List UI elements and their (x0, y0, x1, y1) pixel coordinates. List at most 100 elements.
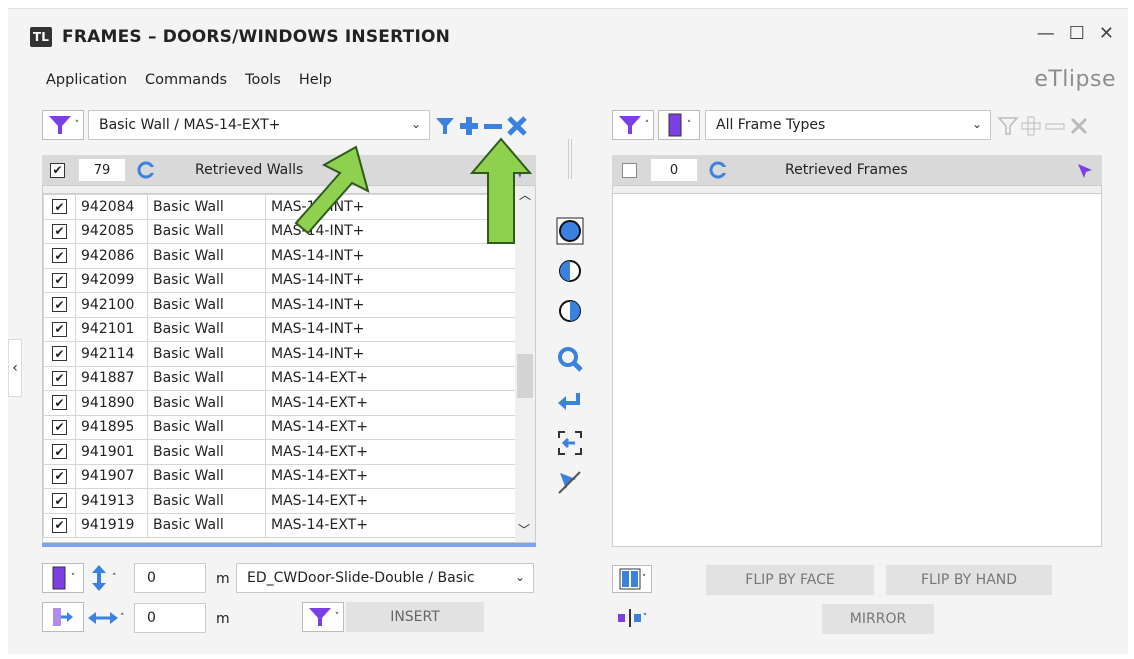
table-row[interactable]: ✔ 941887 Basic Wall MAS-14-EXT+ (43, 365, 517, 391)
menu-help[interactable]: Help (299, 72, 332, 88)
row-checkbox-cell[interactable]: ✔ (43, 488, 76, 514)
progress-bar (42, 543, 536, 547)
row-checkbox[interactable]: ✔ (52, 468, 67, 484)
row-checkbox[interactable]: ✔ (52, 248, 67, 264)
table-row[interactable]: ✔ 942101 Basic Wall MAS-14-INT+ (43, 316, 517, 342)
flip-by-hand-button[interactable]: FLIP BY HAND (886, 565, 1052, 595)
row-checkbox[interactable]: ✔ (52, 199, 67, 215)
row-checkbox-cell[interactable]: ✔ (43, 341, 76, 367)
close-button[interactable]: ✕ (1099, 23, 1114, 44)
clear-icon[interactable] (506, 115, 528, 137)
table-row[interactable]: ✔ 942114 Basic Wall MAS-14-INT+ (43, 341, 517, 367)
row-checkbox[interactable]: ✔ (52, 493, 67, 509)
menu-commands[interactable]: Commands (145, 72, 227, 88)
remove-icon[interactable] (482, 115, 504, 137)
menu-tools[interactable]: Tools (245, 72, 281, 88)
table-row[interactable]: ✔ 941890 Basic Wall MAS-14-EXT+ (43, 390, 517, 416)
row-checkbox-cell[interactable]: ✔ (43, 292, 76, 318)
row-checkbox-cell[interactable]: ✔ (43, 414, 76, 440)
frame-filter-button[interactable]: ˅ (612, 110, 654, 140)
frame-placement-button[interactable]: ˅ (42, 563, 84, 593)
select-cursor-icon[interactable] (1076, 162, 1094, 180)
row-checkbox-cell[interactable]: ✔ (43, 316, 76, 342)
flip-by-face-button[interactable]: FLIP BY FACE (706, 565, 874, 595)
row-name: MAS-14-EXT+ (265, 512, 517, 538)
row-checkbox-cell[interactable]: ✔ (43, 390, 76, 416)
table-row[interactable]: ✔ 941913 Basic Wall MAS-14-EXT+ (43, 488, 517, 514)
filter-icon[interactable] (434, 115, 456, 137)
add-icon[interactable] (458, 115, 480, 137)
collapse-panel-handle[interactable]: ‹ (8, 339, 22, 397)
table-row[interactable]: ✔ 941919 Basic Wall MAS-14-EXT+ (43, 512, 517, 538)
vertical-offset-unit: m (216, 571, 230, 587)
row-checkbox[interactable]: ✔ (52, 444, 67, 460)
select-all-walls-checkbox[interactable]: ✔ (50, 162, 65, 178)
frame-type-value: All Frame Types (716, 117, 826, 133)
table-row[interactable]: ✔ 942100 Basic Wall MAS-14-INT+ (43, 292, 517, 318)
chevron-up-icon: ˄ (112, 573, 117, 583)
return-icon[interactable] (556, 389, 584, 417)
horizontal-offset-input[interactable]: 0 (134, 603, 206, 633)
horizontal-offset-mode[interactable]: ˄ (88, 606, 130, 630)
vertical-offset-input[interactable]: 0 (134, 563, 206, 593)
alignment-button[interactable] (42, 602, 84, 632)
row-checkbox[interactable]: ✔ (52, 370, 67, 386)
scroll-down-icon[interactable]: ﹀ (518, 521, 530, 538)
row-checkbox[interactable]: ✔ (52, 419, 67, 435)
row-checkbox[interactable]: ✔ (52, 321, 67, 337)
frame-type-select[interactable]: All Frame Types ⌄ (705, 110, 991, 140)
deselect-cursor-icon[interactable] (556, 469, 584, 497)
select-half-right-icon[interactable] (556, 297, 584, 325)
table-row[interactable]: ✔ 941907 Basic Wall MAS-14-EXT+ (43, 463, 517, 489)
wall-filter-button[interactable]: ˅ (42, 110, 84, 140)
insert-button[interactable]: INSERT (346, 602, 484, 632)
panel-splitter[interactable] (568, 139, 572, 179)
row-checkbox[interactable]: ✔ (52, 395, 67, 411)
mirror-button[interactable]: MIRROR (822, 604, 934, 634)
table-row[interactable]: ✔ 941901 Basic Wall MAS-14-EXT+ (43, 439, 517, 465)
select-all-circle-icon[interactable] (556, 217, 584, 245)
row-checkbox-cell[interactable]: ✔ (43, 243, 76, 269)
row-checkbox-cell[interactable]: ✔ (43, 512, 76, 538)
row-checkbox[interactable]: ✔ (52, 272, 67, 288)
table-row[interactable]: ✔ 942099 Basic Wall MAS-14-INT+ (43, 267, 517, 293)
select-all-frames-checkbox[interactable] (622, 162, 637, 178)
insert-filter-button[interactable]: ˅ (302, 602, 344, 632)
refresh-icon[interactable] (137, 161, 155, 179)
wall-filter-value: Basic Wall / MAS-14-EXT+ (99, 117, 281, 133)
row-checkbox-cell[interactable]: ✔ (43, 218, 76, 244)
table-row[interactable]: ✔ 942085 Basic Wall MAS-14-INT+ (43, 218, 517, 244)
fit-view-icon[interactable] (556, 429, 584, 457)
row-checkbox[interactable]: ✔ (52, 223, 67, 239)
table-row[interactable]: ✔ 941895 Basic Wall MAS-14-EXT+ (43, 414, 517, 440)
menu-bar: Application Commands Tools Help (46, 72, 332, 88)
mirror-axis-button[interactable]: ˅ (612, 604, 652, 632)
table-row[interactable]: ✔942084Basic WallMAS-14-INT+ (43, 194, 517, 220)
minimize-button[interactable]: — (1037, 23, 1055, 44)
row-checkbox[interactable]: ✔ (52, 297, 67, 313)
refresh-icon[interactable] (709, 161, 727, 179)
menu-application[interactable]: Application (46, 72, 127, 88)
row-type: Basic Wall (147, 194, 266, 220)
wall-filter-select[interactable]: Basic Wall / MAS-14-EXT+ ⌄ (88, 110, 430, 140)
scroll-thumb[interactable] (517, 354, 533, 398)
row-name: MAS-14-EXT+ (265, 439, 517, 465)
vertical-offset-mode[interactable]: ˄ (88, 565, 128, 591)
chevron-down-icon: ˅ (74, 120, 80, 130)
row-checkbox-cell[interactable]: ✔ (43, 463, 76, 489)
row-checkbox[interactable]: ✔ (52, 517, 67, 533)
frame-type-button[interactable]: ˅ (658, 110, 700, 140)
row-checkbox-cell[interactable]: ✔ (43, 365, 76, 391)
table-row[interactable]: ✔ 942086 Basic Wall MAS-14-INT+ (43, 243, 517, 269)
door-family-select[interactable]: ED_CWDoor-Slide-Double / Basic ⌄ (236, 563, 534, 593)
row-checkbox-cell[interactable]: ✔ (43, 194, 76, 220)
maximize-button[interactable]: ☐ (1069, 23, 1085, 44)
zoom-icon[interactable] (556, 345, 584, 373)
row-type: Basic Wall (147, 243, 266, 269)
row-checkbox-cell[interactable]: ✔ (43, 439, 76, 465)
row-checkbox[interactable]: ✔ (52, 346, 67, 362)
walls-count: 79 (79, 159, 125, 181)
row-checkbox-cell[interactable]: ✔ (43, 267, 76, 293)
select-half-left-icon[interactable] (556, 257, 584, 285)
frame-orientation-button[interactable]: ˅ (612, 565, 652, 593)
